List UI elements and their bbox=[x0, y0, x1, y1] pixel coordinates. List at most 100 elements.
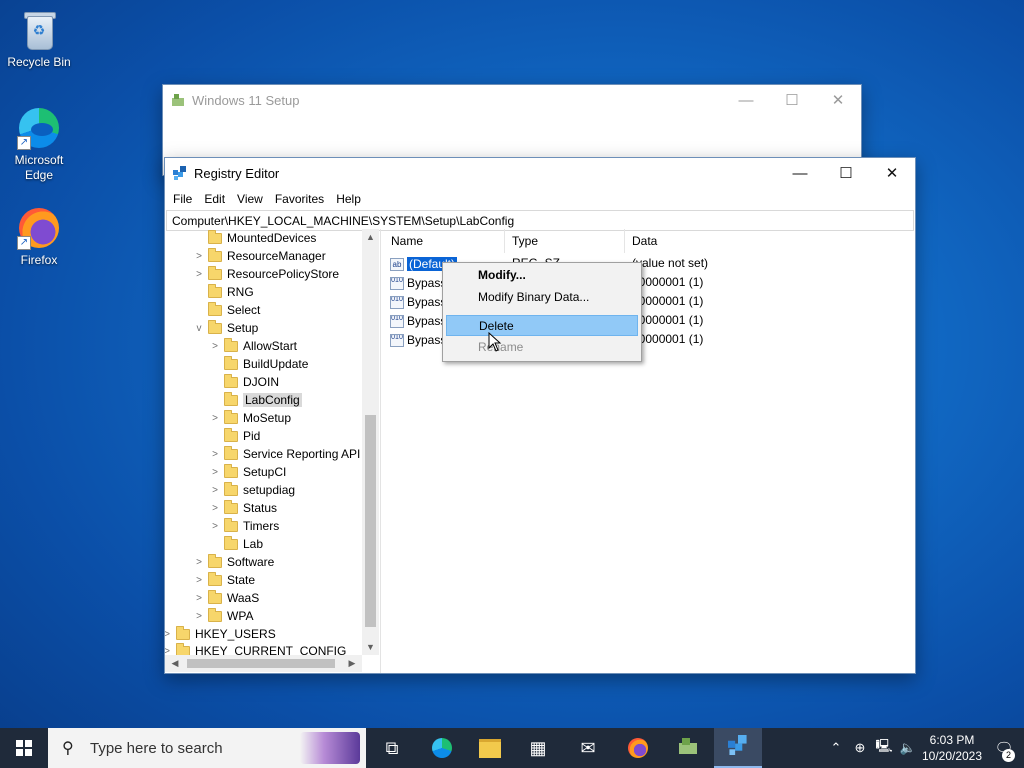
folder-icon bbox=[208, 265, 222, 280]
edge-icon bbox=[432, 738, 452, 758]
chevron-icon[interactable]: > bbox=[209, 413, 221, 424]
tree-item[interactable]: > Timers bbox=[209, 517, 279, 535]
scroll-up-icon[interactable]: ▲ bbox=[362, 229, 379, 245]
taskbar-edge[interactable] bbox=[418, 728, 466, 768]
chevron-down-icon[interactable]: v bbox=[193, 323, 205, 334]
tree-item[interactable]: DJOIN bbox=[209, 373, 279, 391]
taskbar-firefox[interactable] bbox=[614, 728, 662, 768]
meet-now-icon[interactable]: ⊕ bbox=[848, 740, 872, 756]
tree-vertical-scrollbar[interactable]: ▲ ▼ bbox=[362, 229, 379, 655]
tree-item-setup[interactable]: v Setup bbox=[193, 319, 258, 337]
chevron-icon[interactable]: > bbox=[193, 611, 205, 622]
tree-item[interactable]: > MoSetup bbox=[209, 409, 291, 427]
chevron-icon[interactable]: > bbox=[193, 557, 205, 568]
context-modify-binary[interactable]: Modify Binary Data... bbox=[446, 287, 638, 308]
tree-item[interactable]: > ResourceManager bbox=[193, 247, 326, 265]
chevron-icon[interactable]: > bbox=[209, 467, 221, 478]
tree-item[interactable]: > SetupCI bbox=[209, 463, 286, 481]
setup-minimize-button[interactable]: — bbox=[723, 85, 769, 115]
tree-item[interactable]: > setupdiag bbox=[209, 481, 295, 499]
chevron-icon[interactable]: > bbox=[209, 485, 221, 496]
registry-editor-window: Registry Editor — ☐ ✕ File Edit View Fav… bbox=[164, 157, 916, 674]
chevron-icon[interactable]: > bbox=[209, 341, 221, 352]
tree-item[interactable]: RNG bbox=[193, 283, 254, 301]
tree-item[interactable]: > Service Reporting API bbox=[209, 445, 360, 463]
tree-item[interactable]: > ResourcePolicyStore bbox=[193, 265, 339, 283]
edge-desktop-icon[interactable]: ↗ Microsoft Edge bbox=[6, 106, 72, 183]
binary-value-icon: 010 bbox=[390, 276, 404, 290]
value-row[interactable]: 010 Bypass bbox=[390, 274, 446, 292]
value-row[interactable]: 010 Bypass bbox=[390, 312, 446, 330]
minimize-button[interactable]: — bbox=[777, 158, 823, 188]
chevron-icon[interactable]: > bbox=[165, 629, 173, 640]
folder-icon bbox=[224, 481, 238, 496]
taskbar-registry-editor[interactable] bbox=[714, 728, 762, 768]
tree-item[interactable]: Pid bbox=[209, 427, 260, 445]
chevron-icon[interactable]: > bbox=[209, 521, 221, 532]
folder-icon bbox=[208, 553, 222, 568]
task-view-button[interactable]: ⧉ bbox=[368, 728, 416, 768]
setup-maximize-button[interactable]: ☐ bbox=[769, 85, 815, 115]
menu-help[interactable]: Help bbox=[330, 192, 367, 206]
scroll-thumb[interactable] bbox=[187, 659, 335, 668]
tree-item[interactable]: > Status bbox=[209, 499, 277, 517]
context-delete[interactable]: Delete bbox=[446, 315, 638, 336]
column-header-data[interactable]: Data bbox=[625, 229, 914, 253]
tree-item[interactable]: > WaaS bbox=[193, 589, 259, 607]
chevron-icon[interactable]: > bbox=[193, 269, 205, 280]
close-button[interactable]: ✕ bbox=[869, 158, 915, 188]
context-modify[interactable]: Modify... bbox=[446, 265, 638, 286]
taskbar-file-explorer[interactable] bbox=[466, 728, 514, 768]
tree-item[interactable]: MountedDevices bbox=[193, 229, 316, 247]
setup-close-button[interactable]: ✕ bbox=[815, 85, 861, 115]
scroll-right-icon[interactable]: ▶ bbox=[344, 655, 360, 672]
registry-titlebar[interactable]: Registry Editor — ☐ ✕ bbox=[165, 158, 915, 188]
tree-horizontal-scrollbar[interactable]: ◀ ▶ bbox=[165, 655, 362, 672]
tree-item[interactable]: > State bbox=[193, 571, 255, 589]
tree-item[interactable]: Lab bbox=[209, 535, 263, 553]
tree-item-labconfig-selected[interactable]: LabConfig bbox=[209, 391, 302, 409]
chevron-up-icon[interactable]: ⌃ bbox=[824, 740, 848, 756]
tree-item[interactable]: Select bbox=[193, 301, 260, 319]
registry-window-title: Registry Editor bbox=[194, 165, 280, 181]
taskbar-setup[interactable] bbox=[664, 728, 712, 768]
notification-center-button[interactable]: 🗨 2 bbox=[984, 739, 1024, 762]
taskbar-store[interactable]: ▦ bbox=[514, 728, 562, 768]
menu-view[interactable]: View bbox=[231, 192, 269, 206]
tree-item[interactable]: > WPA bbox=[193, 607, 253, 625]
volume-muted-icon[interactable]: 🔈 bbox=[896, 740, 920, 756]
address-bar[interactable]: Computer\HKEY_LOCAL_MACHINE\SYSTEM\Setup… bbox=[166, 210, 914, 231]
tree-item[interactable]: BuildUpdate bbox=[209, 355, 308, 373]
menu-edit[interactable]: Edit bbox=[198, 192, 231, 206]
chevron-icon[interactable]: > bbox=[193, 251, 205, 262]
column-header-type[interactable]: Type bbox=[505, 229, 625, 253]
start-button[interactable] bbox=[0, 728, 48, 768]
folder-icon bbox=[224, 373, 238, 388]
firefox-desktop-icon[interactable]: ↗ Firefox bbox=[6, 206, 72, 268]
network-icon[interactable]: 🖳 bbox=[872, 737, 896, 759]
tree-item[interactable]: > AllowStart bbox=[209, 337, 297, 355]
chevron-icon[interactable]: > bbox=[193, 575, 205, 586]
menu-favorites[interactable]: Favorites bbox=[269, 192, 330, 206]
scroll-thumb[interactable] bbox=[365, 415, 376, 627]
column-header-name[interactable]: Name bbox=[384, 229, 505, 253]
folder-icon bbox=[479, 738, 501, 758]
taskbar-mail[interactable]: ✉ bbox=[564, 728, 612, 768]
setup-titlebar[interactable]: Windows 11 Setup — ☐ ✕ bbox=[163, 85, 861, 115]
value-row[interactable]: 010 Bypass bbox=[390, 293, 446, 311]
context-rename[interactable]: Rename bbox=[446, 337, 638, 358]
chevron-icon[interactable]: > bbox=[193, 593, 205, 604]
menu-file[interactable]: File bbox=[167, 192, 198, 206]
recycle-bin-desktop-icon[interactable]: ♻ Recycle Bin bbox=[6, 8, 72, 70]
scroll-left-icon[interactable]: ◀ bbox=[167, 655, 183, 672]
scroll-down-icon[interactable]: ▼ bbox=[362, 639, 379, 655]
tree-item[interactable]: > Software bbox=[193, 553, 274, 571]
maximize-button[interactable]: ☐ bbox=[823, 158, 869, 188]
clock[interactable]: 6:03 PM 10/20/2023 bbox=[920, 732, 984, 764]
value-row[interactable]: 010 Bypass bbox=[390, 331, 446, 349]
tree-item-hkey-users[interactable]: >HKEY_USERS bbox=[165, 625, 276, 643]
chevron-icon[interactable]: > bbox=[209, 449, 221, 460]
taskbar-search-box[interactable]: ⚲ Type here to search bbox=[48, 728, 366, 768]
folder-icon bbox=[224, 391, 238, 406]
chevron-icon[interactable]: > bbox=[209, 503, 221, 514]
